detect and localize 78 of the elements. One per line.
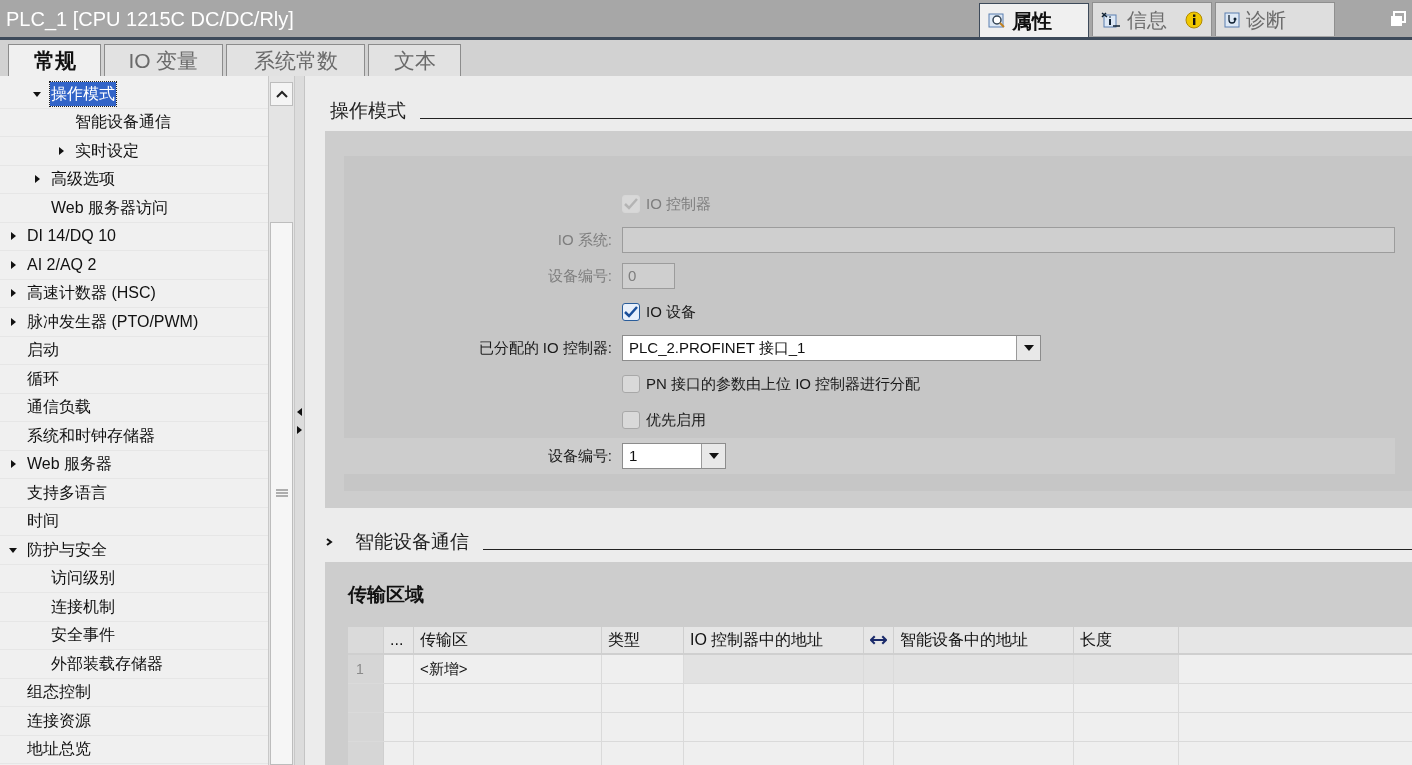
tree-item[interactable]: 时间 xyxy=(26,509,60,534)
caret-down-icon xyxy=(708,453,719,459)
checkbox-label: 优先启用 xyxy=(646,409,706,430)
tree-item[interactable]: 组态控制 xyxy=(26,680,92,705)
info-arrows-icon xyxy=(1101,11,1121,28)
dropdown-field[interactable]: PLC_2.PROFINET 接口_1 xyxy=(622,335,1041,361)
tree-item[interactable]: 外部装载存储器 xyxy=(50,651,164,676)
dropdown-field[interactable]: 1 xyxy=(622,443,726,469)
tree-item[interactable]: 连接资源 xyxy=(26,708,92,733)
checkmark-icon xyxy=(624,198,638,210)
tree-item[interactable]: 防护与安全 xyxy=(26,537,108,562)
field-label: 已分配的 IO 控制器: xyxy=(478,337,612,358)
field-label: 设备编号: xyxy=(547,445,612,466)
magnifier-icon xyxy=(988,12,1006,29)
tab[interactable]: 文本 xyxy=(368,44,461,76)
tree-item[interactable]: 操作模式 xyxy=(50,81,116,106)
column-header[interactable]: 长度 xyxy=(1074,627,1179,653)
tree-item[interactable]: 访问级别 xyxy=(50,566,116,591)
caret-right-icon[interactable] xyxy=(8,259,18,270)
info-badge-icon xyxy=(1185,10,1203,29)
column-header[interactable]: 类型 xyxy=(602,627,684,653)
checkbox-label: IO 设备 xyxy=(646,301,696,322)
column-header[interactable]: 智能设备中的地址 xyxy=(894,627,1074,653)
tree-item[interactable]: Web 服务器 xyxy=(26,452,114,477)
inspector-tab[interactable]: 信息 xyxy=(1092,2,1212,36)
caret-right-icon[interactable] xyxy=(8,316,18,327)
grip-icon xyxy=(275,488,288,499)
tree-item[interactable]: 智能设备通信 xyxy=(74,110,172,135)
checkmark-icon xyxy=(624,306,638,318)
checkbox[interactable] xyxy=(622,411,640,429)
tree-item[interactable]: 高级选项 xyxy=(50,167,116,192)
tree-item[interactable]: 系统和时钟存储器 xyxy=(26,423,156,448)
scrollbar[interactable] xyxy=(268,76,295,765)
caret-right-icon[interactable] xyxy=(32,174,42,185)
checkbox[interactable] xyxy=(622,375,640,393)
tree-item[interactable]: 启动 xyxy=(26,338,60,363)
tree-item[interactable]: 安全事件 xyxy=(50,623,116,648)
tab[interactable]: 常规 xyxy=(8,44,101,76)
tree-item[interactable]: 脉冲发生器 (PTO/PWM) xyxy=(26,309,200,334)
tab[interactable]: IO 变量 xyxy=(104,44,223,76)
tree-item[interactable]: 连接机制 xyxy=(50,594,116,619)
dropdown-button[interactable] xyxy=(1016,336,1040,360)
checkbox[interactable] xyxy=(622,303,640,321)
column-header[interactable]: IO 控制器中的地址 xyxy=(684,627,864,653)
tree-item[interactable]: 循环 xyxy=(26,366,60,391)
inspector-tab[interactable]: 属性 xyxy=(979,3,1089,37)
double-arrow-icon xyxy=(870,635,887,645)
scroll-up-icon[interactable] xyxy=(275,90,288,98)
inspector-tab[interactable]: 诊断 xyxy=(1215,2,1335,36)
tree-item[interactable]: 通信负载 xyxy=(26,395,92,420)
tree-item[interactable]: 支持多语言 xyxy=(26,480,108,505)
checkbox-label: PN 接口的参数由上位 IO 控制器进行分配 xyxy=(646,373,921,394)
caret-down-icon xyxy=(1023,345,1034,351)
scroll-thumb[interactable] xyxy=(270,222,293,765)
caret-right-icon[interactable] xyxy=(8,288,18,299)
section-title: 智能设备通信 xyxy=(355,529,469,554)
column-header[interactable]: ... xyxy=(384,627,414,653)
caret-right-icon[interactable] xyxy=(8,231,18,242)
field-label: IO 系统: xyxy=(557,229,612,250)
tree-item[interactable]: 高速计数器 (HSC) xyxy=(26,281,157,306)
checkbox-label: IO 控制器 xyxy=(646,193,711,214)
tree-item[interactable]: Web 服务器访问 xyxy=(50,195,170,220)
column-header[interactable]: 传输区 xyxy=(414,627,602,653)
tree-item[interactable]: DI 14/DQ 10 xyxy=(26,224,117,249)
tab[interactable]: 系统常数 xyxy=(226,44,365,76)
chevron-right-icon[interactable] xyxy=(325,537,333,547)
tree-item[interactable]: 实时设定 xyxy=(74,138,140,163)
caret-right-icon[interactable] xyxy=(8,459,18,470)
tree-item[interactable]: 地址总览 xyxy=(26,737,92,762)
row-number: 1 xyxy=(348,655,384,683)
caret-right-icon[interactable] xyxy=(56,145,66,156)
dropdown-button[interactable] xyxy=(701,444,725,468)
panel-title: 传输区域 xyxy=(348,582,425,607)
window-title: PLC_1 [CPU 1215C DC/DC/Rly] xyxy=(6,6,294,33)
table-cell[interactable]: <新增> xyxy=(414,655,602,683)
section-title: 操作模式 xyxy=(330,98,406,123)
tree-item[interactable]: AI 2/AQ 2 xyxy=(26,252,98,277)
field-label: 设备编号: xyxy=(547,265,612,286)
